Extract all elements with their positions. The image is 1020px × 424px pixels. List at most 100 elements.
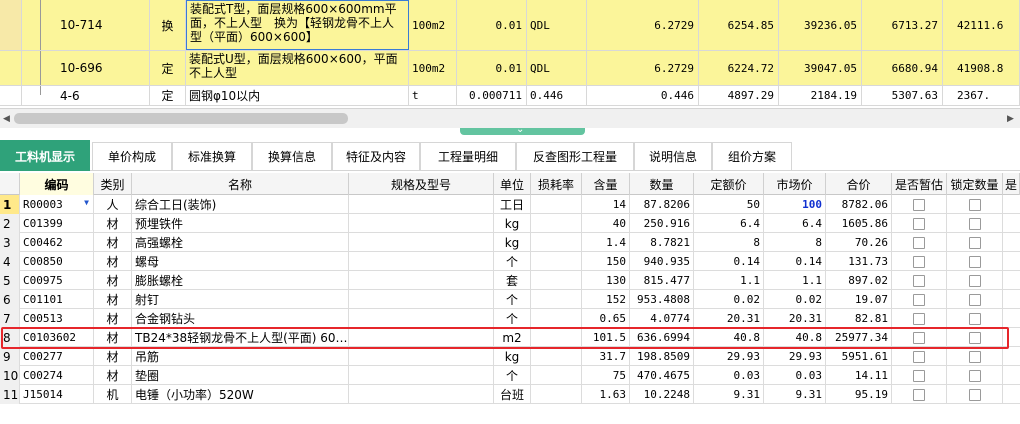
cell-empty[interactable]	[531, 347, 582, 366]
cell-qty[interactable]: 940.935	[630, 252, 694, 271]
provisional-checkbox[interactable]	[913, 312, 925, 325]
cell-code[interactable]: C00274	[20, 366, 94, 385]
cell-qty[interactable]: 4.0774	[630, 309, 694, 328]
col-total[interactable]: 合价	[826, 173, 892, 195]
cell-qty[interactable]: 8.7821	[630, 233, 694, 252]
provisional-checkbox[interactable]	[913, 369, 925, 382]
cell-cat[interactable]: 材	[94, 347, 132, 366]
cell-name[interactable]: 电锤（小功率）520W	[132, 385, 349, 404]
cell-total[interactable]: 14.11	[826, 366, 892, 385]
cell-cat[interactable]: 材	[94, 366, 132, 385]
row-number[interactable]: 6	[0, 290, 20, 309]
cell-name[interactable]: 综合工日(装饰)	[132, 195, 349, 214]
cell-qty[interactable]: 953.4808	[630, 290, 694, 309]
col-quantity[interactable]: 数量	[630, 173, 694, 195]
cell-empty[interactable]	[349, 290, 494, 309]
cell-empty[interactable]	[531, 233, 582, 252]
cell-unit[interactable]: 台班	[494, 385, 531, 404]
cell-empty[interactable]	[531, 195, 582, 214]
cell-content[interactable]: 150	[582, 252, 630, 271]
cell-empty[interactable]	[349, 328, 494, 347]
provisional-checkbox[interactable]	[913, 331, 925, 344]
cell-total[interactable]: 95.19	[826, 385, 892, 404]
cell-content[interactable]: 1.4	[582, 233, 630, 252]
cell-name[interactable]: 预埋铁件	[132, 214, 349, 233]
cell-qty[interactable]: 87.8206	[630, 195, 694, 214]
cell-quota[interactable]: 40.8	[694, 328, 764, 347]
cell-content[interactable]: 31.7	[582, 347, 630, 366]
lock-quantity-checkbox[interactable]	[968, 293, 981, 306]
cell-quota[interactable]: 8	[694, 233, 764, 252]
dropdown-arrow-icon[interactable]: ▼	[84, 198, 89, 207]
cell-market[interactable]: 9.31	[764, 385, 826, 404]
col-code[interactable]: 编码	[20, 173, 94, 195]
table-row[interactable]: 7 C00513 材合金钢钻头个 0.65 4.0774 20.31 20.31 82.81	[0, 309, 1020, 328]
cell-name[interactable]: 吊筋	[132, 347, 349, 366]
cell-cat[interactable]: 机	[94, 385, 132, 404]
col-is-provisional[interactable]: 是否暂估	[892, 173, 947, 195]
table-row[interactable]: 2 C01399 材预埋铁件 kg 40 250.916 6.4 6.4 1605.86	[0, 214, 1020, 233]
table-row[interactable]: 10 C00274 材垫圈个 75 470.4675 0.03 0.03 14.11	[0, 366, 1020, 385]
tab-unit-price-composition[interactable]: 单价构成	[92, 142, 172, 170]
col-quota-price[interactable]: 定额价	[694, 173, 764, 195]
provisional-checkbox[interactable]	[913, 217, 925, 230]
tab-reverse-lookup-quantity[interactable]: 反查图形工程量	[516, 142, 634, 170]
scrollbar-thumb[interactable]	[14, 113, 348, 124]
row-number[interactable]: 10	[0, 366, 20, 385]
cell-quota[interactable]: 0.03	[694, 366, 764, 385]
cell-empty[interactable]	[531, 214, 582, 233]
cell-cat[interactable]: 材	[94, 252, 132, 271]
cell-empty[interactable]	[531, 252, 582, 271]
table-row[interactable]: 8 C0103602 材 TB24*38轻钢龙骨不上人型(平面) 60… m2 101.5…	[0, 328, 1020, 347]
cell-qty[interactable]: 250.916	[630, 214, 694, 233]
cell-content[interactable]: 101.5	[582, 328, 630, 347]
cell-qty[interactable]: 470.4675	[630, 366, 694, 385]
cell-cat[interactable]: 人	[94, 195, 132, 214]
cell-market[interactable]: 0.03	[764, 366, 826, 385]
cell-empty[interactable]	[349, 385, 494, 404]
horizontal-scrollbar[interactable]: ◀ ▶	[0, 108, 1020, 128]
cell-empty[interactable]	[349, 271, 494, 290]
col-content[interactable]: 含量	[582, 173, 630, 195]
tab-pricing-scheme[interactable]: 组价方案	[712, 142, 792, 170]
row-number[interactable]: 7	[0, 309, 20, 328]
cell-code[interactable]: C01399	[20, 214, 94, 233]
cell-empty[interactable]	[349, 347, 494, 366]
cell-code[interactable]: C0103602	[20, 328, 94, 347]
cell-total[interactable]: 1605.86	[826, 214, 892, 233]
cell-market[interactable]: 20.31	[764, 309, 826, 328]
table-row[interactable]: 5 C00975 材膨胀螺栓套 130 815.477 1.1 1.1 897.02	[0, 271, 1020, 290]
cell-unit[interactable]: kg	[494, 214, 531, 233]
lock-quantity-checkbox[interactable]	[968, 236, 981, 249]
cell-quota[interactable]: 0.02	[694, 290, 764, 309]
scroll-left-icon[interactable]: ◀	[3, 114, 10, 124]
col-name[interactable]: 名称	[132, 173, 349, 195]
sub-item-row[interactable]: 10-714 换 装配式T型，面层规格600×600mm平面，不上人型 换为【轻…	[0, 0, 1020, 51]
cell-code[interactable]: C00277	[20, 347, 94, 366]
col-spec[interactable]: 规格及型号	[349, 173, 494, 195]
cell-total[interactable]: 5951.61	[826, 347, 892, 366]
cell-content[interactable]: 130	[582, 271, 630, 290]
cell-empty[interactable]	[531, 328, 582, 347]
cell-code[interactable]: C00513	[20, 309, 94, 328]
lock-quantity-checkbox[interactable]	[968, 331, 981, 344]
cell-total[interactable]: 19.07	[826, 290, 892, 309]
table-row[interactable]: 1 R00003 ▼ 人综合工日(装饰) 工日 14 87.8206 50 100 8782.06	[0, 195, 1020, 214]
cell-market[interactable]: 100	[764, 195, 826, 214]
cell-empty[interactable]	[531, 385, 582, 404]
cell-code[interactable]: C00462	[20, 233, 94, 252]
table-row[interactable]: 4 C00850 材螺母个 150 940.935 0.14 0.14 131.73	[0, 252, 1020, 271]
cell-market[interactable]: 1.1	[764, 271, 826, 290]
table-row[interactable]: 6 C01101 材射钉个 152 953.4808 0.02 0.02 19.07	[0, 290, 1020, 309]
col-market-price[interactable]: 市场价	[764, 173, 826, 195]
sub-item-row[interactable]: 10-696 定 装配式U型，面层规格600×600，平面不上人型 100m2 …	[0, 51, 1020, 86]
cell-empty[interactable]	[531, 290, 582, 309]
tab-conversion-info[interactable]: 换算信息	[252, 142, 332, 170]
scroll-right-icon[interactable]: ▶	[1007, 114, 1014, 124]
row-number[interactable]: 3	[0, 233, 20, 252]
table-row[interactable]: 11 J15014 机电锤（小功率）520W 台班 1.63 10.2248 9.31 9.3…	[0, 385, 1020, 404]
cell-name[interactable]: 射钉	[132, 290, 349, 309]
provisional-checkbox[interactable]	[913, 255, 925, 268]
col-unit[interactable]: 单位	[494, 173, 531, 195]
cell-quota[interactable]: 29.93	[694, 347, 764, 366]
